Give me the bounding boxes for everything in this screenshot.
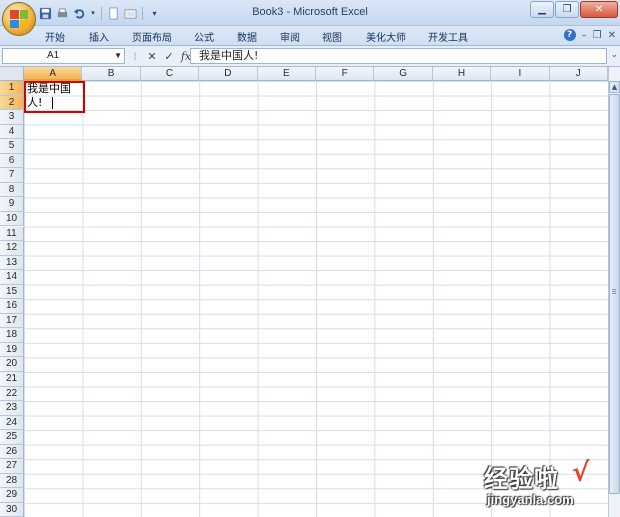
minimize-button[interactable]: ▁ xyxy=(530,1,554,18)
watermark-text: 经验啦 xyxy=(484,465,559,493)
column-header-c[interactable]: C xyxy=(140,67,200,81)
column-header-b[interactable]: B xyxy=(82,67,141,81)
row-header-16[interactable]: 16 xyxy=(0,299,24,314)
ribbon-right-controls: ? – ❐ ✕ xyxy=(563,29,616,41)
help-icon[interactable]: ? xyxy=(563,29,576,41)
column-header-f[interactable]: F xyxy=(316,67,375,81)
select-all-corner[interactable] xyxy=(0,67,24,81)
tab-formulas[interactable]: 公式 xyxy=(194,29,214,44)
window-title: Book3 - Microsoft Excel xyxy=(252,6,368,18)
scroll-up-icon[interactable]: ▲ xyxy=(609,81,620,93)
row-header-18[interactable]: 18 xyxy=(0,328,24,343)
vertical-scrollbar[interactable]: ▲ xyxy=(608,67,620,517)
row-header-24[interactable]: 24 xyxy=(0,415,24,431)
row-header-15[interactable]: 15 xyxy=(0,284,24,300)
row-header-29[interactable]: 29 xyxy=(0,488,24,503)
tab-beautify[interactable]: 美化大师 xyxy=(366,29,406,44)
title-bar: ▾ ▾ Book3 - Microsoft Excel ▁ ❐ ✕ xyxy=(0,0,620,26)
row-header-11[interactable]: 11 xyxy=(0,226,24,242)
column-header-g[interactable]: G xyxy=(374,67,433,81)
column-header-h[interactable]: H xyxy=(432,67,492,81)
row-header-25[interactable]: 25 xyxy=(0,430,24,445)
row-header-6[interactable]: 6 xyxy=(0,153,24,169)
row-header-4[interactable]: 4 xyxy=(0,124,24,140)
function-wizard-handle-icon: ⁞ xyxy=(133,49,137,63)
row-header-13[interactable]: 13 xyxy=(0,255,24,271)
tab-review[interactable]: 审阅 xyxy=(280,29,300,44)
row-header-28[interactable]: 28 xyxy=(0,473,24,489)
row-header-8[interactable]: 8 xyxy=(0,182,24,198)
row-header-7[interactable]: 7 xyxy=(0,168,24,183)
restore-button[interactable]: ❐ xyxy=(555,1,579,18)
row-header-19[interactable]: 19 xyxy=(0,342,24,358)
row-header-14[interactable]: 14 xyxy=(0,270,24,285)
tab-page-layout[interactable]: 页面布局 xyxy=(132,29,172,44)
check-mark-icon: √ xyxy=(572,458,590,488)
cancel-icon[interactable]: ✕ xyxy=(146,49,158,63)
row-header-27[interactable]: 27 xyxy=(0,459,24,474)
row-header-2[interactable]: 2 xyxy=(0,95,24,111)
row-header-23[interactable]: 23 xyxy=(0,401,24,416)
worksheet-grid[interactable] xyxy=(24,81,608,517)
tab-developer[interactable]: 开发工具 xyxy=(428,29,468,44)
row-header-9[interactable]: 9 xyxy=(0,197,24,212)
row-header-1[interactable]: 1 xyxy=(0,81,24,96)
row-header-12[interactable]: 12 xyxy=(0,241,24,256)
chevron-down-icon[interactable]: ▼ xyxy=(114,49,122,63)
formula-bar: A1 ▼ ⁞ ✕ ✓ fx 我是中国人! ⌄ xyxy=(0,46,620,67)
column-header-e[interactable]: E xyxy=(257,67,316,81)
row-header-26[interactable]: 26 xyxy=(0,444,24,460)
row-header-5[interactable]: 5 xyxy=(0,139,24,154)
tab-home[interactable]: 开始 xyxy=(45,29,65,44)
office-button[interactable] xyxy=(2,2,36,36)
window-controls: ▁ ❐ ✕ xyxy=(530,1,618,18)
row-header-30[interactable]: 30 xyxy=(0,502,24,517)
name-box[interactable]: A1 ▼ xyxy=(2,48,125,64)
ribbon-minimize-icon[interactable]: – xyxy=(582,30,587,41)
row-header-20[interactable]: 20 xyxy=(0,357,24,372)
row-header-22[interactable]: 22 xyxy=(0,386,24,402)
ribbon-restore-icon[interactable]: ❐ xyxy=(593,30,602,41)
formula-input[interactable]: 我是中国人! xyxy=(190,48,607,64)
tab-insert[interactable]: 插入 xyxy=(89,29,109,44)
close-button[interactable]: ✕ xyxy=(580,1,618,18)
ribbon-close-icon[interactable]: ✕ xyxy=(608,30,616,41)
row-header-3[interactable]: 3 xyxy=(0,110,24,125)
column-header-a[interactable]: A xyxy=(24,67,83,81)
enter-icon[interactable]: ✓ xyxy=(163,49,175,63)
name-box-value: A1 xyxy=(47,50,60,61)
ribbon-tabs: 开始 插入 页面布局 公式 数据 审阅 视图 美化大师 开发工具 ? – ❐ ✕ xyxy=(0,26,620,46)
row-header-17[interactable]: 17 xyxy=(0,313,24,329)
office-logo-icon xyxy=(10,10,28,28)
tab-data[interactable]: 数据 xyxy=(237,29,257,44)
active-cell-highlight xyxy=(24,81,85,113)
watermark-url: jingyanla.com xyxy=(487,492,574,507)
grip-icon xyxy=(612,289,616,295)
row-header-10[interactable]: 10 xyxy=(0,211,24,227)
tab-view[interactable]: 视图 xyxy=(322,29,342,44)
column-header-j[interactable]: J xyxy=(549,67,608,81)
column-header-i[interactable]: I xyxy=(491,67,550,81)
expand-formula-bar-icon[interactable]: ⌄ xyxy=(610,50,618,60)
row-header-21[interactable]: 21 xyxy=(0,372,24,387)
formula-actions: ⁞ ✕ ✓ fx xyxy=(129,49,192,63)
column-header-d[interactable]: D xyxy=(199,67,258,81)
